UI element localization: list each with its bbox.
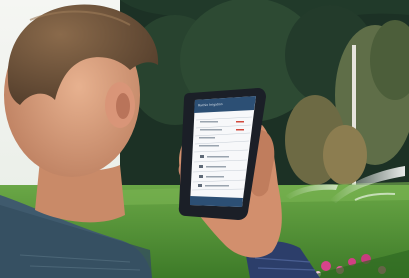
scene-illustration (0, 0, 409, 278)
photo: Rachio Irrigation (0, 0, 409, 278)
